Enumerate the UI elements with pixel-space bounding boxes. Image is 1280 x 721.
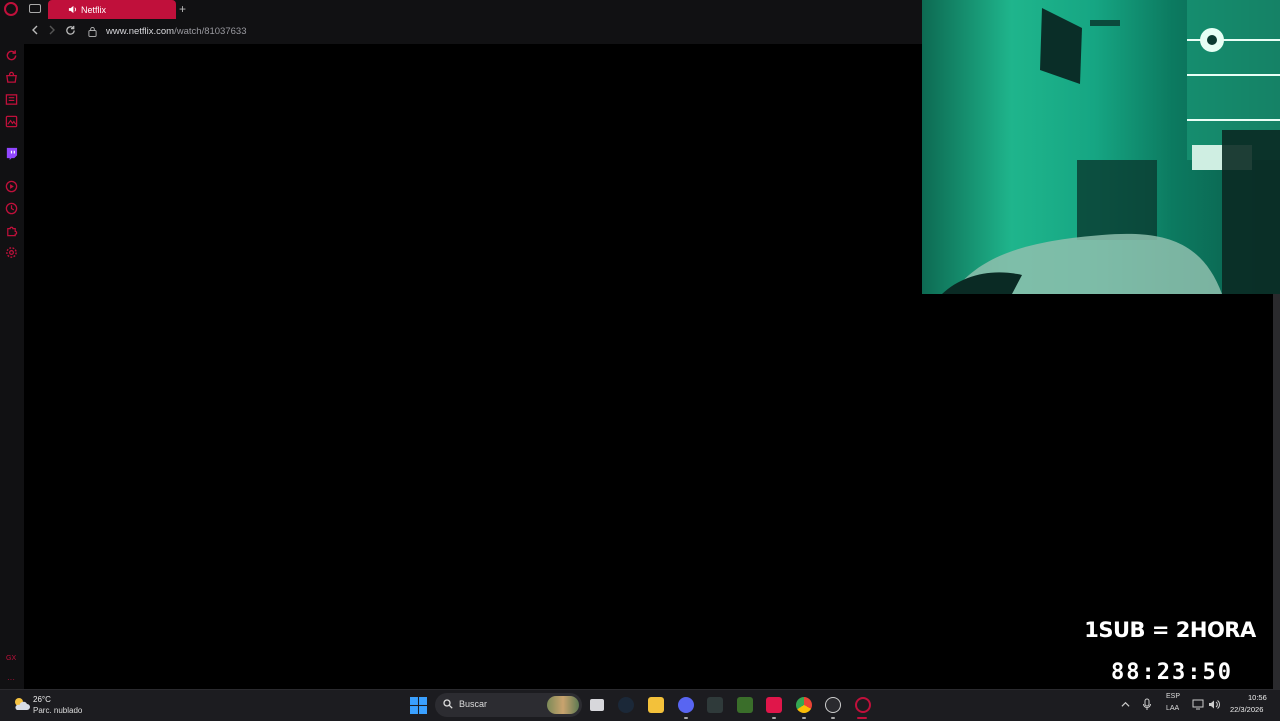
nvidia-icon[interactable] [737, 697, 753, 713]
weather-temperature[interactable]: 26°C [33, 695, 51, 704]
subathon-timer: 88:23:50 [1111, 660, 1233, 685]
browser-chrome: Netflix + www.netflix.com/watch/81037633 [0, 0, 922, 44]
url-domain: www.netflix.com [106, 26, 175, 37]
language-indicator-line2[interactable]: LAA [1166, 705, 1179, 712]
tab-netflix[interactable]: Netflix [48, 0, 176, 19]
opera-gx-active-indicator [857, 717, 867, 719]
twitch-icon[interactable] [5, 147, 18, 160]
tab-title: Netflix [81, 4, 107, 15]
webcam-feed-image [942, 0, 1280, 294]
settings-icon[interactable] [5, 246, 18, 259]
url-path: /watch/81037633 [174, 26, 247, 37]
discord-running-indicator [684, 717, 688, 719]
network-icon[interactable] [1192, 699, 1204, 710]
tab-bar: Netflix + [0, 0, 922, 20]
search-placeholder: Buscar [459, 699, 488, 709]
back-button[interactable] [31, 25, 39, 38]
more-icon[interactable]: ··· [7, 675, 15, 684]
shop-icon[interactable] [5, 71, 18, 84]
clock-date[interactable]: 22/3/2026 [1230, 705, 1263, 714]
player-icon[interactable] [5, 180, 18, 193]
clock-time[interactable]: 10:56 [1248, 693, 1267, 702]
obs-icon[interactable] [825, 697, 841, 713]
windows-start-icon[interactable] [410, 697, 427, 714]
history-icon[interactable] [5, 202, 18, 215]
video-player-area[interactable] [24, 44, 922, 689]
tray-overflow-chevron-icon[interactable] [1121, 700, 1130, 709]
speaker-icon[interactable] [68, 5, 77, 14]
terminal-icon[interactable] [707, 697, 723, 713]
page-scrollbar[interactable] [1273, 294, 1280, 689]
url-field[interactable]: www.netflix.com/watch/81037633 [106, 26, 246, 37]
gallery-icon[interactable] [5, 115, 18, 128]
tiktok-icon[interactable] [766, 697, 782, 713]
subathon-rule-text: 1SUB = 2HORA [1084, 618, 1256, 642]
weather-cloud-icon[interactable] [12, 696, 30, 712]
forward-button[interactable] [48, 25, 56, 38]
language-indicator-line1[interactable]: ESP [1166, 693, 1180, 700]
weather-condition[interactable]: Parc. nublado [33, 706, 82, 715]
new-tab-button[interactable]: + [179, 2, 186, 16]
windows-taskbar: 26°C Parc. nublado Buscar ESP LAA 10:56 … [0, 689, 1280, 721]
search-icon [443, 699, 453, 709]
opera-menu-icon[interactable] [4, 2, 18, 16]
reload-button[interactable] [65, 25, 76, 39]
task-view-icon[interactable] [590, 699, 604, 711]
extensions-icon[interactable] [5, 224, 18, 237]
taskbar-search[interactable]: Buscar [435, 693, 582, 717]
refresh-icon[interactable] [5, 49, 18, 62]
microphone-icon[interactable] [1142, 698, 1152, 711]
discord-icon[interactable] [678, 697, 694, 713]
chrome-running-indicator [802, 717, 806, 719]
obs-running-indicator [831, 717, 835, 719]
chrome-icon[interactable] [796, 697, 812, 713]
webcam-overlay [922, 0, 1280, 294]
gx-label[interactable]: GX [6, 655, 16, 662]
tab-switcher-icon[interactable] [29, 4, 41, 13]
opera-gx-icon[interactable] [855, 697, 871, 713]
tiktok-running-indicator [772, 717, 776, 719]
volume-icon[interactable] [1208, 699, 1220, 710]
lock-icon[interactable] [88, 26, 97, 37]
news-icon[interactable] [5, 93, 18, 106]
file-explorer-icon[interactable] [648, 697, 664, 713]
address-bar: www.netflix.com/watch/81037633 [0, 20, 922, 44]
search-highlight-image [547, 696, 579, 714]
opera-sidebar: GX ··· [0, 44, 24, 689]
steam-icon[interactable] [618, 697, 634, 713]
